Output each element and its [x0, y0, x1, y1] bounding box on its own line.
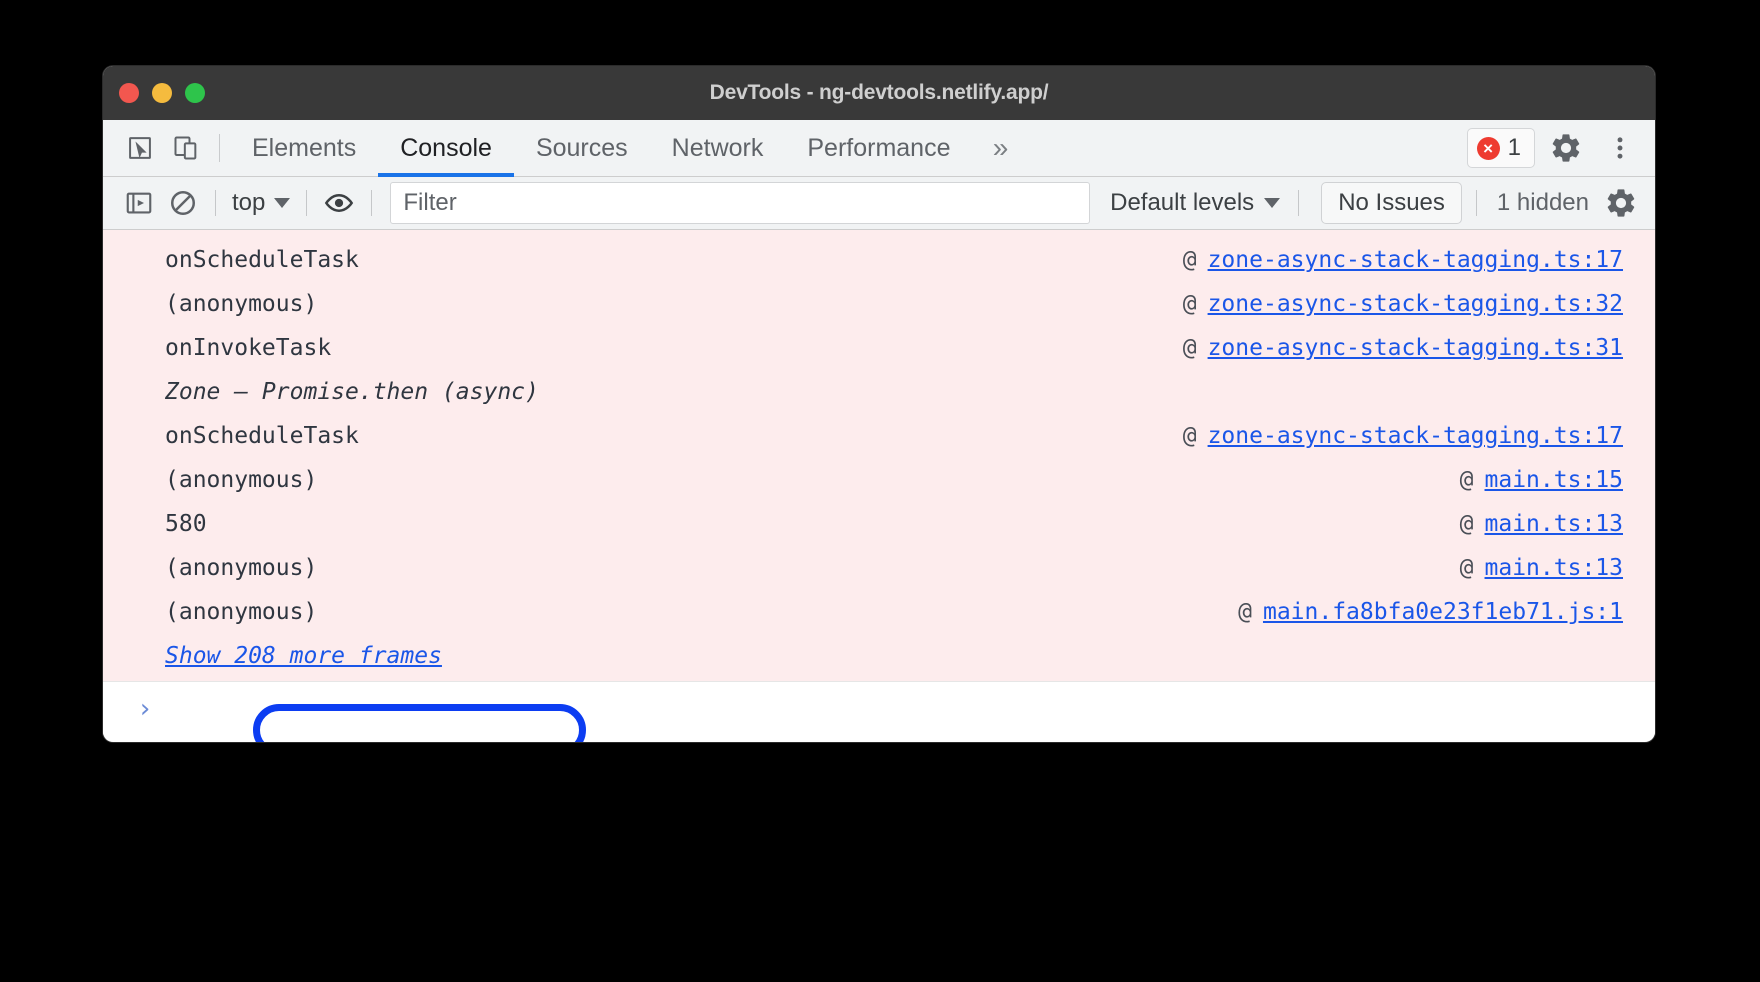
source-link[interactable]: main.fa8bfa0e23f1eb71.js:1: [1263, 599, 1623, 625]
eye-icon[interactable]: [317, 181, 361, 225]
tabbar-right-group: × 1: [1467, 125, 1643, 171]
error-count-label: 1: [1508, 134, 1521, 162]
filterbar-divider-2: [306, 190, 307, 216]
traffic-lights: [119, 83, 205, 103]
async-boundary-row: Zone — Promise.then (async): [103, 370, 1655, 414]
tab-elements-label: Elements: [252, 134, 356, 163]
stack-frame-row[interactable]: (anonymous) @ zone-async-stack-tagging.t…: [103, 282, 1655, 326]
tab-network-label: Network: [672, 134, 764, 163]
at-symbol: @: [1460, 467, 1474, 493]
annotation-highlight-ring: [253, 704, 586, 742]
tab-performance[interactable]: Performance: [785, 120, 972, 176]
filter-input[interactable]: [390, 182, 1090, 224]
execution-context-selector[interactable]: top: [226, 189, 296, 217]
stack-frame-location: @ main.ts:15: [1460, 467, 1623, 493]
at-symbol: @: [1183, 335, 1197, 361]
stack-frame-location: @ zone-async-stack-tagging.ts:31: [1183, 335, 1623, 361]
minimize-window-button[interactable]: [152, 83, 172, 103]
tab-network[interactable]: Network: [650, 120, 786, 176]
screenshot-root: DevTools - ng-devtools.netlify.app/: [0, 0, 1760, 982]
error-stack-block: onScheduleTask @ zone-async-stack-taggin…: [103, 230, 1655, 681]
source-link[interactable]: main.ts:13: [1485, 555, 1623, 581]
filterbar-divider-3: [371, 190, 372, 216]
stack-frame-row[interactable]: onScheduleTask @ zone-async-stack-taggin…: [103, 238, 1655, 282]
tab-console-label: Console: [400, 134, 492, 163]
execution-context-label: top: [232, 189, 265, 217]
stack-frame-location: @ main.ts:13: [1460, 511, 1623, 537]
async-boundary-label: Zone — Promise.then (async): [165, 379, 539, 405]
stack-frame-function: (anonymous): [165, 599, 317, 625]
tab-performance-label: Performance: [807, 134, 950, 163]
issues-button[interactable]: No Issues: [1321, 182, 1462, 224]
filterbar-divider-4: [1298, 190, 1299, 216]
gear-icon[interactable]: [1543, 125, 1589, 171]
stack-frame-function: (anonymous): [165, 555, 317, 581]
at-symbol: @: [1183, 247, 1197, 273]
kebab-menu-icon[interactable]: [1597, 125, 1643, 171]
window-title: DevTools - ng-devtools.netlify.app/: [710, 81, 1049, 105]
tab-sources-label: Sources: [536, 134, 628, 163]
show-more-frames-row[interactable]: Show 208 more frames: [103, 634, 1655, 678]
stack-frame-row[interactable]: onScheduleTask @ zone-async-stack-taggin…: [103, 414, 1655, 458]
source-link[interactable]: zone-async-stack-tagging.ts:17: [1208, 247, 1623, 273]
filterbar-divider-5: [1476, 190, 1477, 216]
at-symbol: @: [1460, 555, 1474, 581]
prompt-caret-icon: ›: [137, 694, 153, 724]
show-more-frames-link[interactable]: Show 208 more frames: [165, 643, 442, 669]
source-link[interactable]: main.ts:13: [1485, 511, 1623, 537]
source-link[interactable]: zone-async-stack-tagging.ts:17: [1208, 423, 1623, 449]
stack-frame-location: @ main.fa8bfa0e23f1eb71.js:1: [1238, 599, 1623, 625]
error-count-badge[interactable]: × 1: [1467, 128, 1535, 168]
stack-frame-location: @ zone-async-stack-tagging.ts:32: [1183, 291, 1623, 317]
log-levels-selector[interactable]: Default levels: [1102, 189, 1288, 217]
stack-frame-row[interactable]: (anonymous) @ main.ts:13: [103, 546, 1655, 590]
devtools-window: DevTools - ng-devtools.netlify.app/: [103, 66, 1655, 742]
stack-frame-location: @ zone-async-stack-tagging.ts:17: [1183, 423, 1623, 449]
filterbar-divider-1: [215, 190, 216, 216]
more-tabs-icon[interactable]: »: [972, 120, 1028, 176]
stack-frame-location: @ zone-async-stack-tagging.ts:17: [1183, 247, 1623, 273]
stack-frame-function: onScheduleTask: [165, 247, 359, 273]
chevron-down-icon: [1264, 198, 1280, 208]
tab-console[interactable]: Console: [378, 120, 514, 176]
log-levels-label: Default levels: [1110, 189, 1254, 217]
stack-frame-function: (anonymous): [165, 291, 317, 317]
at-symbol: @: [1183, 291, 1197, 317]
at-symbol: @: [1238, 599, 1252, 625]
stack-frame-function: onScheduleTask: [165, 423, 359, 449]
source-link[interactable]: zone-async-stack-tagging.ts:31: [1208, 335, 1623, 361]
stack-frame-function: 580: [165, 511, 207, 537]
panel-tabs: Elements Console Sources Network Perform…: [230, 120, 972, 176]
stack-frame-row[interactable]: (anonymous) @ main.ts:15: [103, 458, 1655, 502]
console-sidebar-icon[interactable]: [117, 181, 161, 225]
window-titlebar: DevTools - ng-devtools.netlify.app/: [103, 66, 1655, 120]
inspect-element-icon[interactable]: [117, 125, 163, 171]
source-link[interactable]: zone-async-stack-tagging.ts:32: [1208, 291, 1623, 317]
at-symbol: @: [1183, 423, 1197, 449]
stack-frame-row[interactable]: onInvokeTask @ zone-async-stack-tagging.…: [103, 326, 1655, 370]
toolbar-divider: [219, 134, 220, 162]
tab-elements[interactable]: Elements: [230, 120, 378, 176]
console-message-area[interactable]: onScheduleTask @ zone-async-stack-taggin…: [103, 230, 1655, 690]
close-window-button[interactable]: [119, 83, 139, 103]
hidden-messages-label: 1 hidden: [1487, 189, 1599, 217]
console-filter-toolbar: top Default levels No Issues 1 hidden: [103, 177, 1655, 230]
stack-frame-function: (anonymous): [165, 467, 317, 493]
clear-console-icon[interactable]: [161, 181, 205, 225]
chevron-down-icon: [274, 198, 290, 208]
stack-frame-function: onInvokeTask: [165, 335, 331, 361]
at-symbol: @: [1460, 511, 1474, 537]
device-toolbar-icon[interactable]: [163, 125, 209, 171]
gear-icon[interactable]: [1599, 181, 1643, 225]
stack-frame-row[interactable]: (anonymous) @ main.fa8bfa0e23f1eb71.js:1: [103, 590, 1655, 634]
error-icon: ×: [1477, 137, 1500, 160]
source-link[interactable]: main.ts:15: [1485, 467, 1623, 493]
stack-frame-location: @ main.ts:13: [1460, 555, 1623, 581]
stack-frame-row[interactable]: 580 @ main.ts:13: [103, 502, 1655, 546]
devtools-tabbar: Elements Console Sources Network Perform…: [103, 120, 1655, 177]
tab-sources[interactable]: Sources: [514, 120, 650, 176]
maximize-window-button[interactable]: [185, 83, 205, 103]
